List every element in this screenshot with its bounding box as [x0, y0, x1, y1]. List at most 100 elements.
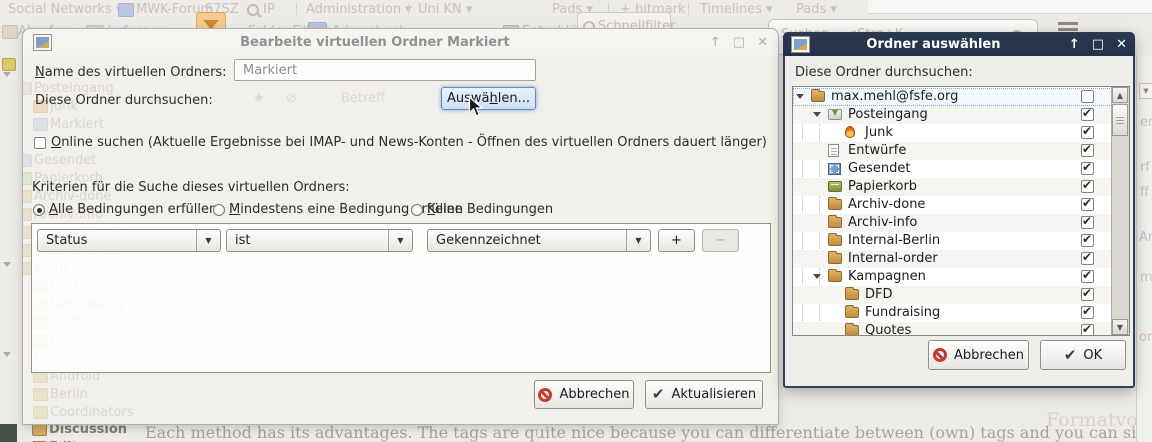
tree-row[interactable]: Entwürfe✔: [793, 142, 1114, 160]
tree-row[interactable]: max.mehl@fsfe.org: [793, 88, 1114, 106]
folder-checkbox[interactable]: ✔: [1081, 234, 1094, 247]
ok-button[interactable]: ✔OK: [1040, 340, 1126, 370]
folder-name: Archiv-done: [848, 197, 925, 212]
expander-icon[interactable]: [3, 72, 11, 77]
tree-row[interactable]: Internal-order✔: [793, 250, 1114, 268]
inbox-icon: [828, 109, 842, 120]
folder-checkbox[interactable]: ✔: [1081, 270, 1094, 283]
folder-icon: [828, 235, 842, 246]
chevron-down-icon: ▼: [388, 230, 412, 251]
bookmark-item[interactable]: Pads ▾: [796, 2, 837, 17]
tree-row[interactable]: DFD✔: [793, 286, 1114, 304]
check-icon: ✔: [1082, 161, 1092, 173]
folder-checkbox[interactable]: ✔: [1081, 180, 1094, 193]
folder-name: Gesendet: [848, 161, 910, 176]
check-icon: ✔: [1082, 287, 1092, 299]
folder-icon: [811, 91, 825, 102]
match-none-radio[interactable]: [411, 204, 423, 216]
folder-checkbox[interactable]: ✔: [1081, 324, 1094, 336]
folder-checkbox[interactable]: ✔: [1081, 162, 1094, 175]
condition-field-select[interactable]: Status▼: [37, 229, 221, 252]
bookmark-item[interactable]: Social Networks ▾: [8, 2, 122, 17]
match-any-radio[interactable]: [213, 204, 225, 216]
shade-button[interactable]: ↑: [710, 36, 721, 49]
tree-row[interactable]: Papierkorb✔: [793, 178, 1114, 196]
expander-icon[interactable]: [813, 274, 821, 279]
scroll-down-button[interactable]: ▼: [1112, 319, 1128, 335]
folder-checkbox[interactable]: ✔: [1081, 216, 1094, 229]
update-button[interactable]: ✔Aktualisieren: [645, 380, 763, 409]
tree-row[interactable]: Archiv-info✔: [793, 214, 1114, 232]
cancel-button[interactable]: Abbrechen: [534, 380, 634, 409]
folder-checkbox[interactable]: ✔: [1081, 306, 1094, 319]
bookmark-item[interactable]: Administration ▾: [306, 2, 412, 17]
maximize-button[interactable]: □: [733, 36, 745, 49]
maximize-button[interactable]: □: [1092, 38, 1104, 51]
close-button[interactable]: ✕: [757, 36, 768, 49]
folder-name: Junk: [865, 125, 893, 140]
dialog-titlebar[interactable]: Bearbeite virtuellen Ordner Markiert ↑ □…: [23, 29, 778, 55]
folder-checkbox[interactable]: ✔: [1081, 144, 1094, 157]
folder-icon: [22, 208, 32, 221]
tree-row[interactable]: Archiv-done ✔: [793, 196, 1114, 214]
scroll-thumb[interactable]: [1112, 104, 1128, 136]
bookmark-item[interactable]: Timelines ▾: [700, 2, 773, 17]
folder-checkbox[interactable]: ✔: [1081, 288, 1094, 301]
expander-icon[interactable]: [3, 352, 11, 357]
folder-checkbox[interactable]: ✔: [1081, 108, 1094, 121]
choose-folders-button[interactable]: Auswählen...: [441, 87, 536, 110]
folder-checkbox[interactable]: ✔: [1081, 198, 1094, 211]
folder-icon: [22, 190, 32, 203]
criteria-list: Status▼ ist▼ Gekennzeichnet▼ + −: [31, 223, 771, 373]
expander-icon[interactable]: [813, 112, 821, 117]
close-button[interactable]: ✕: [1116, 38, 1127, 51]
search-online-label[interactable]: Online suchen (Aktuelle Ergebnisse bei I…: [51, 135, 767, 150]
match-all-radio[interactable]: [33, 204, 45, 216]
check-icon: ✔: [1082, 269, 1092, 281]
dialog-title: Ordner auswählen: [810, 37, 1057, 52]
app-menu-icon[interactable]: [1058, 22, 1078, 25]
condition-value-select[interactable]: Gekennzeichnet▼: [427, 229, 651, 252]
attachment-thumb-ghost: [0, 424, 17, 442]
folder-name: Kampagnen: [848, 269, 926, 284]
expander-icon[interactable]: [796, 94, 804, 99]
condition-op-select[interactable]: ist▼: [226, 229, 413, 252]
remove-condition-button[interactable]: −: [702, 229, 739, 252]
tree-row[interactable]: Posteingang✔: [793, 106, 1114, 124]
bookmark-item[interactable]: IP: [263, 2, 275, 17]
search-folders-label: Diese Ordner durchsuchen:: [795, 65, 973, 80]
bookmark-favicon: [118, 3, 134, 17]
tree-row[interactable]: Gesendet ✔: [793, 160, 1114, 178]
chevron-down-icon: ▼: [196, 230, 220, 251]
tree-row[interactable]: Junk ✔: [793, 124, 1114, 142]
check-icon: ✔: [1064, 348, 1077, 363]
tree-row[interactable]: Quotes✔: [793, 322, 1114, 336]
cancel-button[interactable]: Abbrechen: [928, 340, 1029, 370]
check-icon: ✔: [1082, 179, 1092, 191]
lock-icon: [2, 58, 16, 71]
cancel-icon: [538, 388, 552, 402]
column-picker-icon[interactable]: ▼: [1139, 83, 1152, 99]
match-all-label[interactable]: Alle Bedingungen erfüllen: [49, 202, 217, 217]
folder-checkbox[interactable]: [1081, 90, 1094, 103]
tree-row[interactable]: Fundraising ✔: [793, 304, 1114, 322]
dialog-titlebar[interactable]: Ordner auswählen ↑ □ ✕: [783, 32, 1135, 56]
add-condition-button[interactable]: +: [658, 229, 695, 252]
folder-name: Fundraising: [865, 305, 940, 320]
folder-checkbox[interactable]: ✔: [1081, 252, 1094, 265]
browser-tab-ghost: [868, 0, 1152, 14]
check-icon: ✔: [652, 387, 665, 402]
search-online-checkbox[interactable]: [34, 137, 46, 149]
expander-icon[interactable]: [3, 262, 11, 267]
scroll-up-button[interactable]: ▲: [1112, 87, 1128, 103]
shade-button[interactable]: ↑: [1069, 38, 1080, 51]
match-none-label[interactable]: Keine Bedingungen: [427, 202, 553, 217]
check-icon: ✔: [1082, 215, 1092, 227]
tree-row[interactable]: Kampagnen ✔: [793, 268, 1114, 286]
tree-row[interactable]: Internal-Berlin✔: [793, 232, 1114, 250]
tree-scrollbar[interactable]: ▲ ▼: [1111, 87, 1129, 335]
folder-checkbox[interactable]: ✔: [1081, 126, 1094, 139]
folder-name-input[interactable]: Markiert: [234, 59, 536, 81]
criteria-label: Kriterien für die Suche dieses virtuelle…: [32, 180, 350, 195]
bookmark-item[interactable]: Uni KN ▾: [418, 2, 472, 17]
